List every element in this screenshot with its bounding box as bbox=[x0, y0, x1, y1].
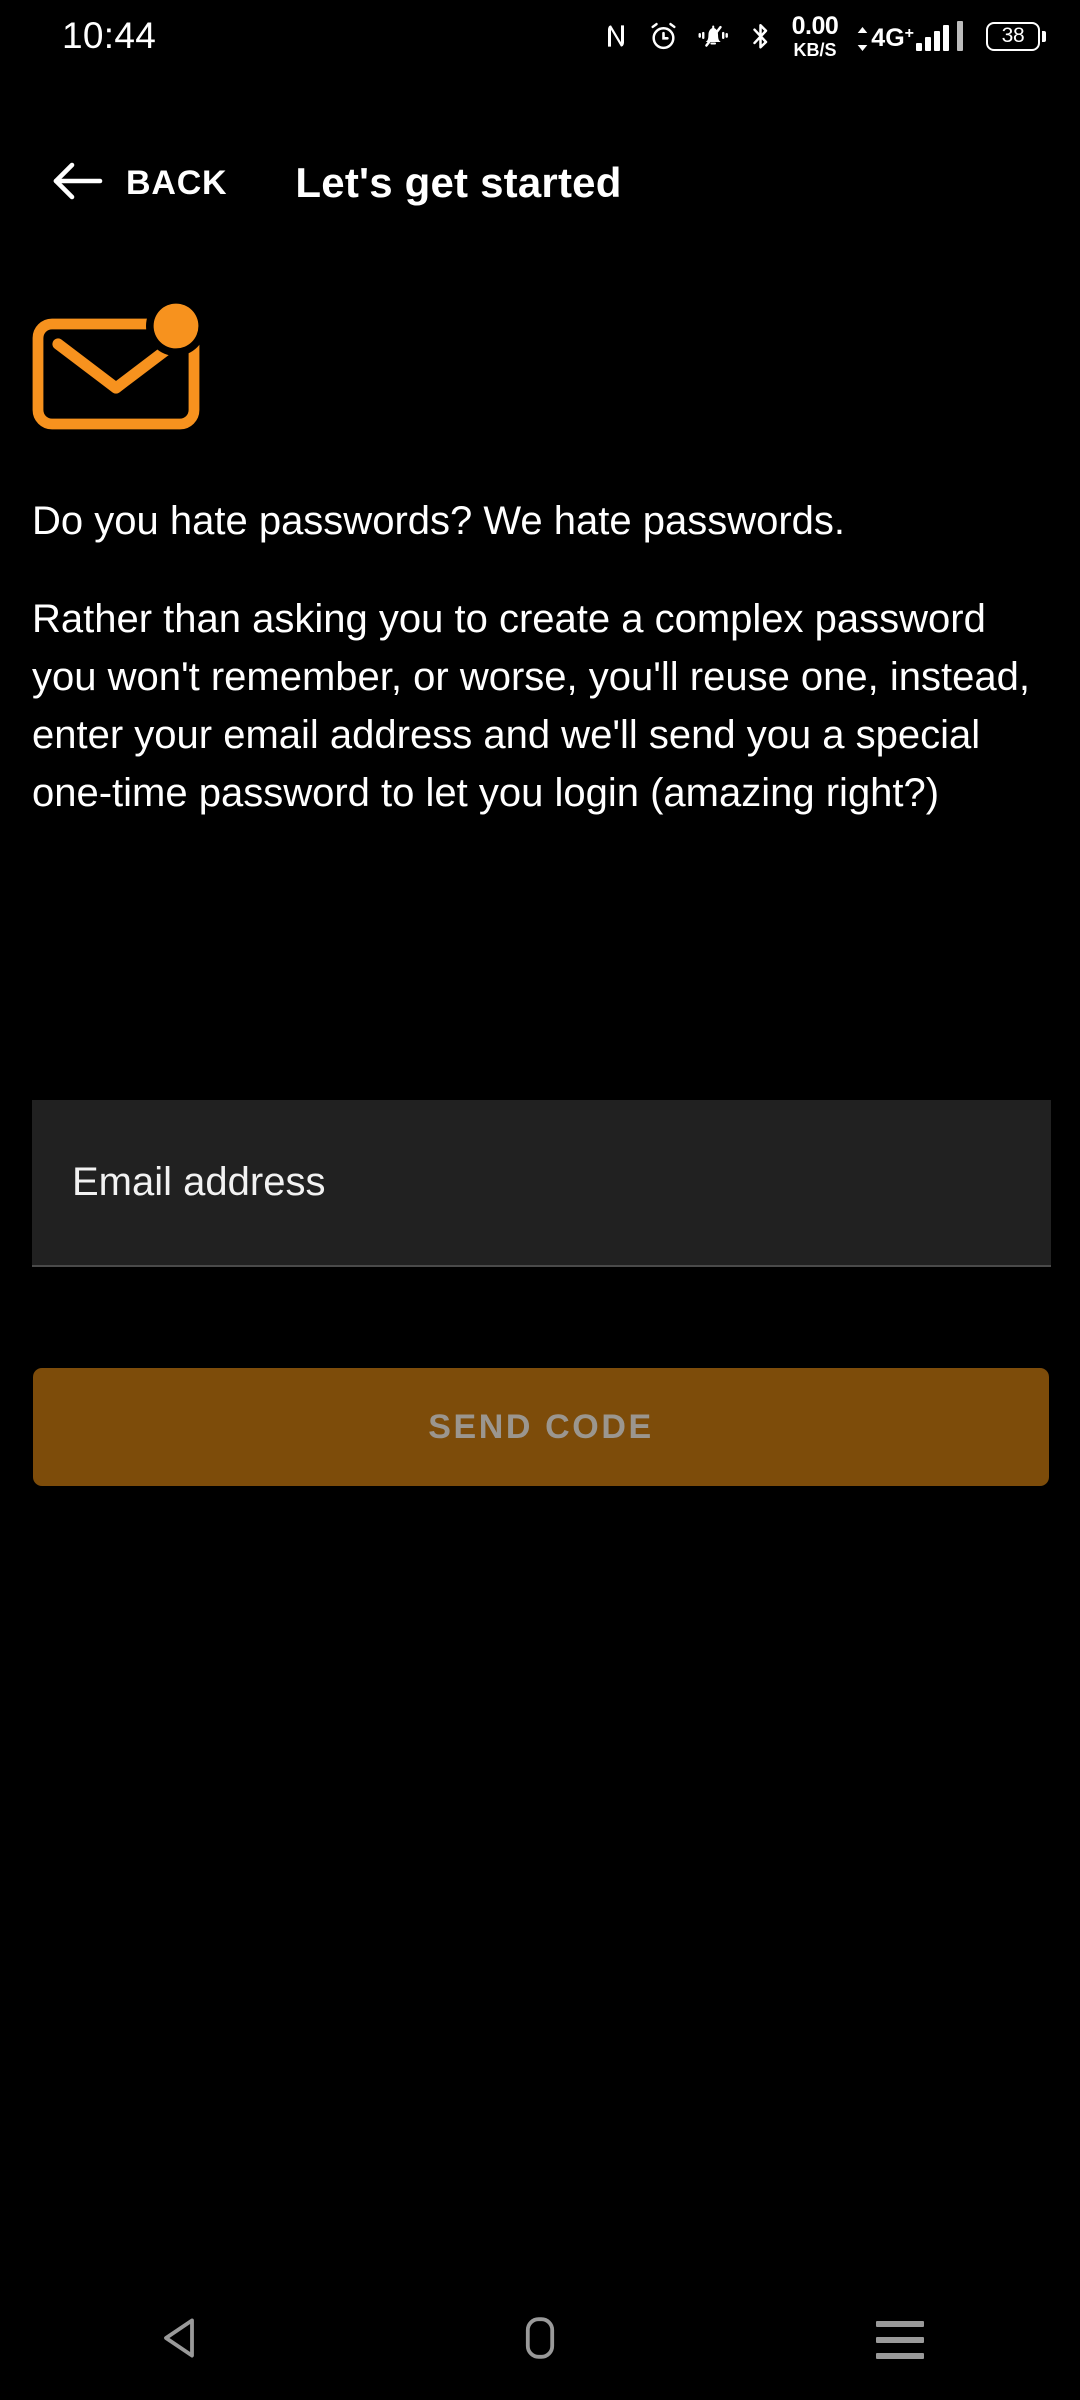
bluetooth-icon bbox=[747, 21, 774, 52]
status-bar: 10:44 0.00 KB/S 4G + 38 bbox=[0, 0, 1080, 72]
vibrate-icon bbox=[696, 21, 730, 51]
battery-cap bbox=[1042, 30, 1046, 42]
main-content: Do you hate passwords? We hate passwords… bbox=[0, 238, 1080, 1486]
nav-recents-button[interactable] bbox=[720, 2280, 1080, 2400]
home-icon bbox=[521, 2314, 559, 2367]
alarm-icon bbox=[648, 21, 679, 52]
app-bar: BACK Let's get started bbox=[0, 128, 1080, 238]
back-button[interactable]: BACK bbox=[52, 161, 227, 206]
phone-screen: 10:44 0.00 KB/S 4G + 38 BACK Let's get s… bbox=[0, 0, 1080, 2400]
arrow-left-icon bbox=[52, 161, 104, 206]
page-title: Let's get started bbox=[295, 159, 622, 206]
email-input[interactable]: Email address bbox=[32, 1100, 1051, 1267]
send-code-button-label: SEND CODE bbox=[428, 1407, 654, 1446]
back-button-label: BACK bbox=[126, 163, 228, 202]
network-speed-value: 0.00 bbox=[791, 11, 839, 40]
send-code-button[interactable]: SEND CODE bbox=[33, 1368, 1049, 1486]
status-bar-clock: 10:44 bbox=[62, 15, 157, 56]
body-copy: Do you hate passwords? We hate passwords… bbox=[0, 492, 1080, 822]
status-bar-icons: 0.00 KB/S 4G + 38 bbox=[601, 11, 1046, 60]
recents-icon bbox=[876, 2321, 924, 2359]
nav-back-button[interactable] bbox=[0, 2280, 360, 2400]
email-input-placeholder: Email address bbox=[72, 1160, 326, 1204]
sim-divider-icon bbox=[957, 21, 963, 51]
battery-shell: 38 bbox=[986, 21, 1040, 51]
network-speed-unit: KB/S bbox=[793, 39, 837, 60]
network-type-label: 4G + bbox=[871, 26, 914, 51]
battery-level-label: 38 bbox=[1001, 24, 1025, 47]
nfc-icon bbox=[601, 21, 631, 51]
data-arrows-icon bbox=[856, 27, 869, 51]
system-navigation-bar bbox=[0, 2280, 1080, 2400]
back-triangle-icon bbox=[158, 2314, 202, 2367]
network-type-plus: + bbox=[904, 25, 914, 42]
network-speed-indicator: 0.00 KB/S bbox=[791, 11, 839, 60]
signal-bars-icon bbox=[916, 25, 949, 51]
email-notification-icon bbox=[32, 296, 212, 430]
nav-home-button[interactable] bbox=[360, 2280, 720, 2400]
signal-indicator: 4G + bbox=[856, 21, 963, 51]
network-type-text: 4G bbox=[871, 24, 905, 52]
battery-icon: 38 bbox=[986, 21, 1046, 51]
explanation-paragraph: Rather than asking you to create a compl… bbox=[32, 597, 1030, 815]
intro-paragraph: Do you hate passwords? We hate passwords… bbox=[32, 499, 846, 543]
